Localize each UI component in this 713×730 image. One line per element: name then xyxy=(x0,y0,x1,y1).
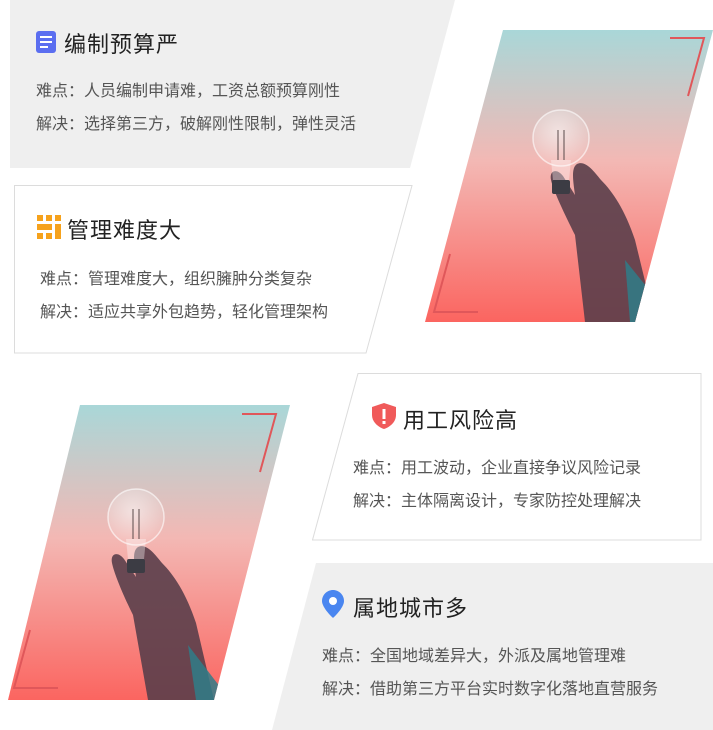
shield-alert-icon xyxy=(372,403,396,429)
card-2-title: 管理难度大 xyxy=(67,219,183,244)
card-3-difficulty: 难点：用工波动，企业直接争议风险记录 xyxy=(353,458,642,477)
location-pin-icon xyxy=(322,590,344,618)
card-1-solution: 解决：选择第三方，破解刚性限制，弹性灵活 xyxy=(36,114,357,133)
grid-icon xyxy=(37,215,61,239)
corner-accent-bottom-left-2 xyxy=(12,629,58,689)
corner-accent-top-right-2 xyxy=(242,413,278,473)
card-1-difficulty: 难点：人员编制申请难，工资总额预算刚性 xyxy=(36,81,341,100)
card-4-difficulty: 难点：全国地域差异大，外派及属地管理难 xyxy=(322,646,627,665)
card-2-solution: 解决：适应共享外包趋势，轻化管理架构 xyxy=(40,302,329,321)
card-1-title: 编制预算严 xyxy=(64,33,180,58)
card-4-title: 属地城市多 xyxy=(353,597,469,622)
corner-accent-bottom-left-1 xyxy=(432,253,478,313)
card-2-difficulty: 难点：管理难度大，组织臃肿分类复杂 xyxy=(40,269,313,288)
card-4-solution: 解决：借助第三方平台实时数字化落地直营服务 xyxy=(322,679,659,698)
card-3-solution: 解决：主体隔离设计，专家防控处理解决 xyxy=(353,491,642,510)
card-3-title: 用工风险高 xyxy=(403,409,519,434)
corner-accent-top-right-1 xyxy=(670,37,706,97)
document-icon xyxy=(36,31,56,53)
